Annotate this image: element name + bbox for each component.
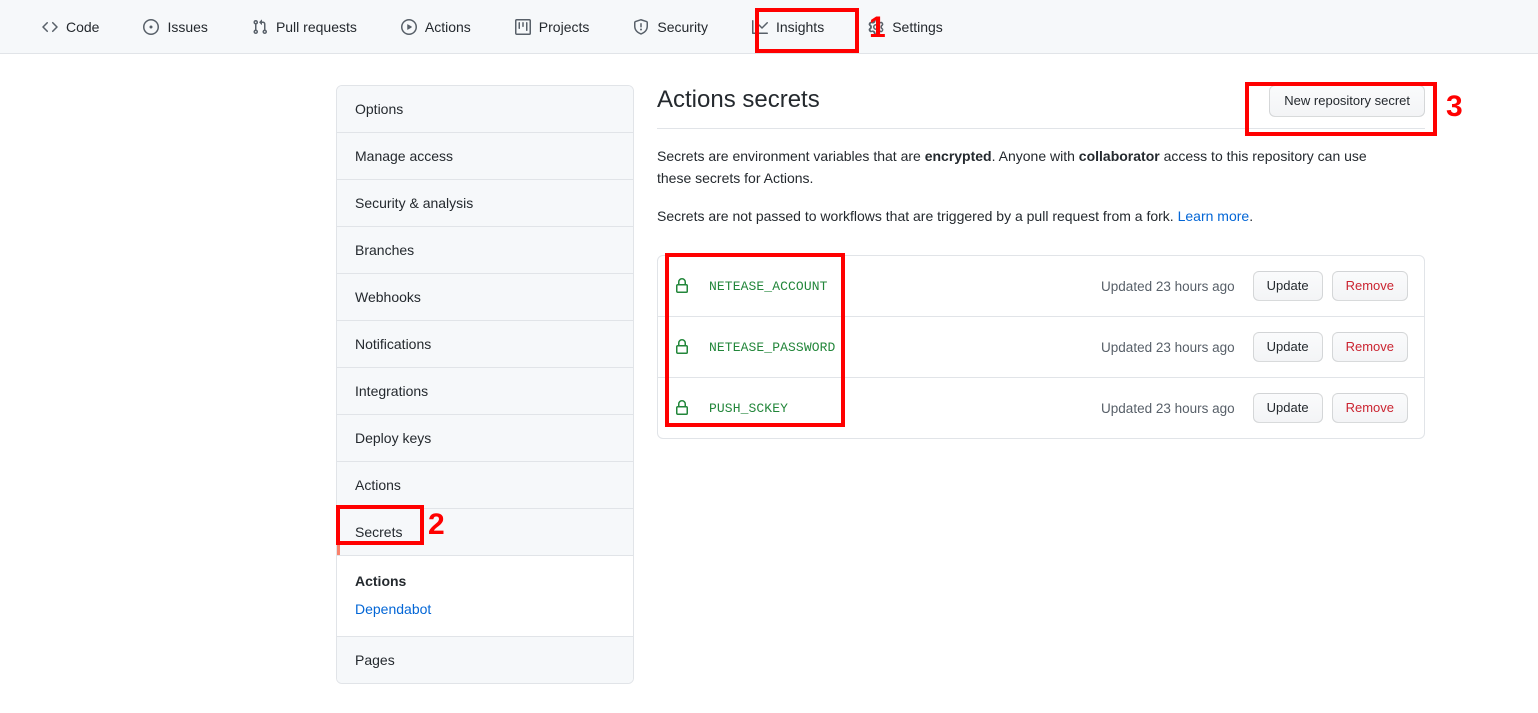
nav-item-label: Security xyxy=(657,19,708,35)
desc2-part1: Secrets are not passed to workflows that… xyxy=(657,208,1178,224)
graph-icon xyxy=(752,19,768,35)
sidebar-item-webhooks[interactable]: Webhooks xyxy=(337,274,633,321)
table-row[interactable]: PUSH_SCKEY Updated 23 hours ago Update R… xyxy=(658,378,1424,438)
settings-main-content: Actions secrets New repository secret Se… xyxy=(657,85,1425,439)
secret-name: PUSH_SCKEY xyxy=(709,401,1101,416)
update-secret-button[interactable]: Update xyxy=(1253,332,1323,362)
sidebar-item-security-analysis[interactable]: Security & analysis xyxy=(337,180,633,227)
secret-updated-timestamp: Updated 23 hours ago xyxy=(1101,279,1235,294)
learn-more-link[interactable]: Learn more xyxy=(1178,208,1250,224)
sidebar-item-label: Notifications xyxy=(355,336,431,352)
secret-updated-timestamp: Updated 23 hours ago xyxy=(1101,401,1235,416)
remove-secret-button[interactable]: Remove xyxy=(1332,271,1408,301)
issue-opened-icon xyxy=(143,19,159,35)
page-title: Actions secrets xyxy=(657,85,820,115)
nav-item-pull-requests[interactable]: Pull requests xyxy=(244,13,365,41)
desc1-part1: Secrets are environment variables that a… xyxy=(657,148,925,164)
desc1-bold-collaborator: collaborator xyxy=(1079,148,1160,164)
nav-item-label: Issues xyxy=(167,19,207,35)
desc2-part2: . xyxy=(1249,208,1253,224)
remove-secret-button[interactable]: Remove xyxy=(1332,332,1408,362)
main-header: Actions secrets New repository secret xyxy=(657,85,1425,129)
sidebar-item-secrets[interactable]: Secrets xyxy=(337,509,633,556)
new-repository-secret-button[interactable]: New repository secret xyxy=(1269,85,1425,117)
nav-item-label: Projects xyxy=(539,19,590,35)
sidebar-item-label: Deploy keys xyxy=(355,430,431,446)
sidebar-subitem-actions[interactable]: Actions xyxy=(355,570,615,592)
code-icon xyxy=(42,19,58,35)
sidebar-item-label: Security & analysis xyxy=(355,195,473,211)
nav-item-label: Code xyxy=(66,19,99,35)
table-row[interactable]: NETEASE_PASSWORD Updated 23 hours ago Up… xyxy=(658,317,1424,378)
secret-name: NETEASE_PASSWORD xyxy=(709,340,1101,355)
sidebar-item-label: Manage access xyxy=(355,148,453,164)
secrets-list: NETEASE_ACCOUNT Updated 23 hours ago Upd… xyxy=(657,255,1425,439)
remove-secret-button[interactable]: Remove xyxy=(1332,393,1408,423)
secret-row-actions: Update Remove xyxy=(1253,271,1408,301)
nav-item-label: Actions xyxy=(425,19,471,35)
secret-row-actions: Update Remove xyxy=(1253,393,1408,423)
sidebar-item-label: Options xyxy=(355,101,403,117)
sidebar-item-branches[interactable]: Branches xyxy=(337,227,633,274)
sidebar-item-label: Secrets xyxy=(355,524,402,540)
nav-item-label: Insights xyxy=(776,19,824,35)
nav-item-issues[interactable]: Issues xyxy=(135,13,215,41)
play-icon xyxy=(401,19,417,35)
sidebar-item-deploy-keys[interactable]: Deploy keys xyxy=(337,415,633,462)
gear-icon xyxy=(868,19,884,35)
sidebar-secrets-subgroup: Actions Dependabot xyxy=(337,556,633,637)
update-secret-button[interactable]: Update xyxy=(1253,271,1323,301)
update-secret-button[interactable]: Update xyxy=(1253,393,1323,423)
sidebar-item-label: Branches xyxy=(355,242,414,258)
project-icon xyxy=(515,19,531,35)
sidebar-item-label: Webhooks xyxy=(355,289,421,305)
nav-item-projects[interactable]: Projects xyxy=(507,13,598,41)
sidebar-item-pages[interactable]: Pages xyxy=(337,637,633,683)
lock-icon xyxy=(674,339,690,355)
table-row[interactable]: NETEASE_ACCOUNT Updated 23 hours ago Upd… xyxy=(658,256,1424,317)
nav-item-code[interactable]: Code xyxy=(34,13,107,41)
lock-icon xyxy=(674,400,690,416)
settings-sidebar: Options Manage access Security & analysi… xyxy=(336,85,634,684)
desc1-part2: . Anyone with xyxy=(992,148,1079,164)
shield-icon xyxy=(633,19,649,35)
sidebar-item-manage-access[interactable]: Manage access xyxy=(337,133,633,180)
sidebar-item-options[interactable]: Options xyxy=(337,86,633,133)
sidebar-item-label: Pages xyxy=(355,652,395,668)
nav-item-label: Pull requests xyxy=(276,19,357,35)
nav-item-actions[interactable]: Actions xyxy=(393,13,479,41)
sidebar-item-actions[interactable]: Actions xyxy=(337,462,633,509)
secrets-description-1: Secrets are environment variables that a… xyxy=(657,145,1397,189)
nav-item-insights[interactable]: Insights xyxy=(744,13,832,41)
secrets-description-2: Secrets are not passed to workflows that… xyxy=(657,205,1397,227)
sidebar-item-label: Actions xyxy=(355,477,401,493)
repository-nav: Code Issues Pull requests Actions Projec… xyxy=(0,0,1538,54)
git-pull-request-icon xyxy=(252,19,268,35)
nav-item-security[interactable]: Security xyxy=(625,13,716,41)
sidebar-item-integrations[interactable]: Integrations xyxy=(337,368,633,415)
sidebar-item-label: Integrations xyxy=(355,383,428,399)
lock-icon xyxy=(674,278,690,294)
sidebar-item-notifications[interactable]: Notifications xyxy=(337,321,633,368)
nav-item-label: Settings xyxy=(892,19,943,35)
secret-name: NETEASE_ACCOUNT xyxy=(709,279,1101,294)
settings-page-body: Options Manage access Security & analysi… xyxy=(0,54,1538,684)
secret-row-actions: Update Remove xyxy=(1253,332,1408,362)
secret-updated-timestamp: Updated 23 hours ago xyxy=(1101,340,1235,355)
nav-item-settings[interactable]: Settings xyxy=(860,13,951,41)
desc1-bold-encrypted: encrypted xyxy=(925,148,992,164)
sidebar-subitem-dependabot[interactable]: Dependabot xyxy=(355,598,615,620)
